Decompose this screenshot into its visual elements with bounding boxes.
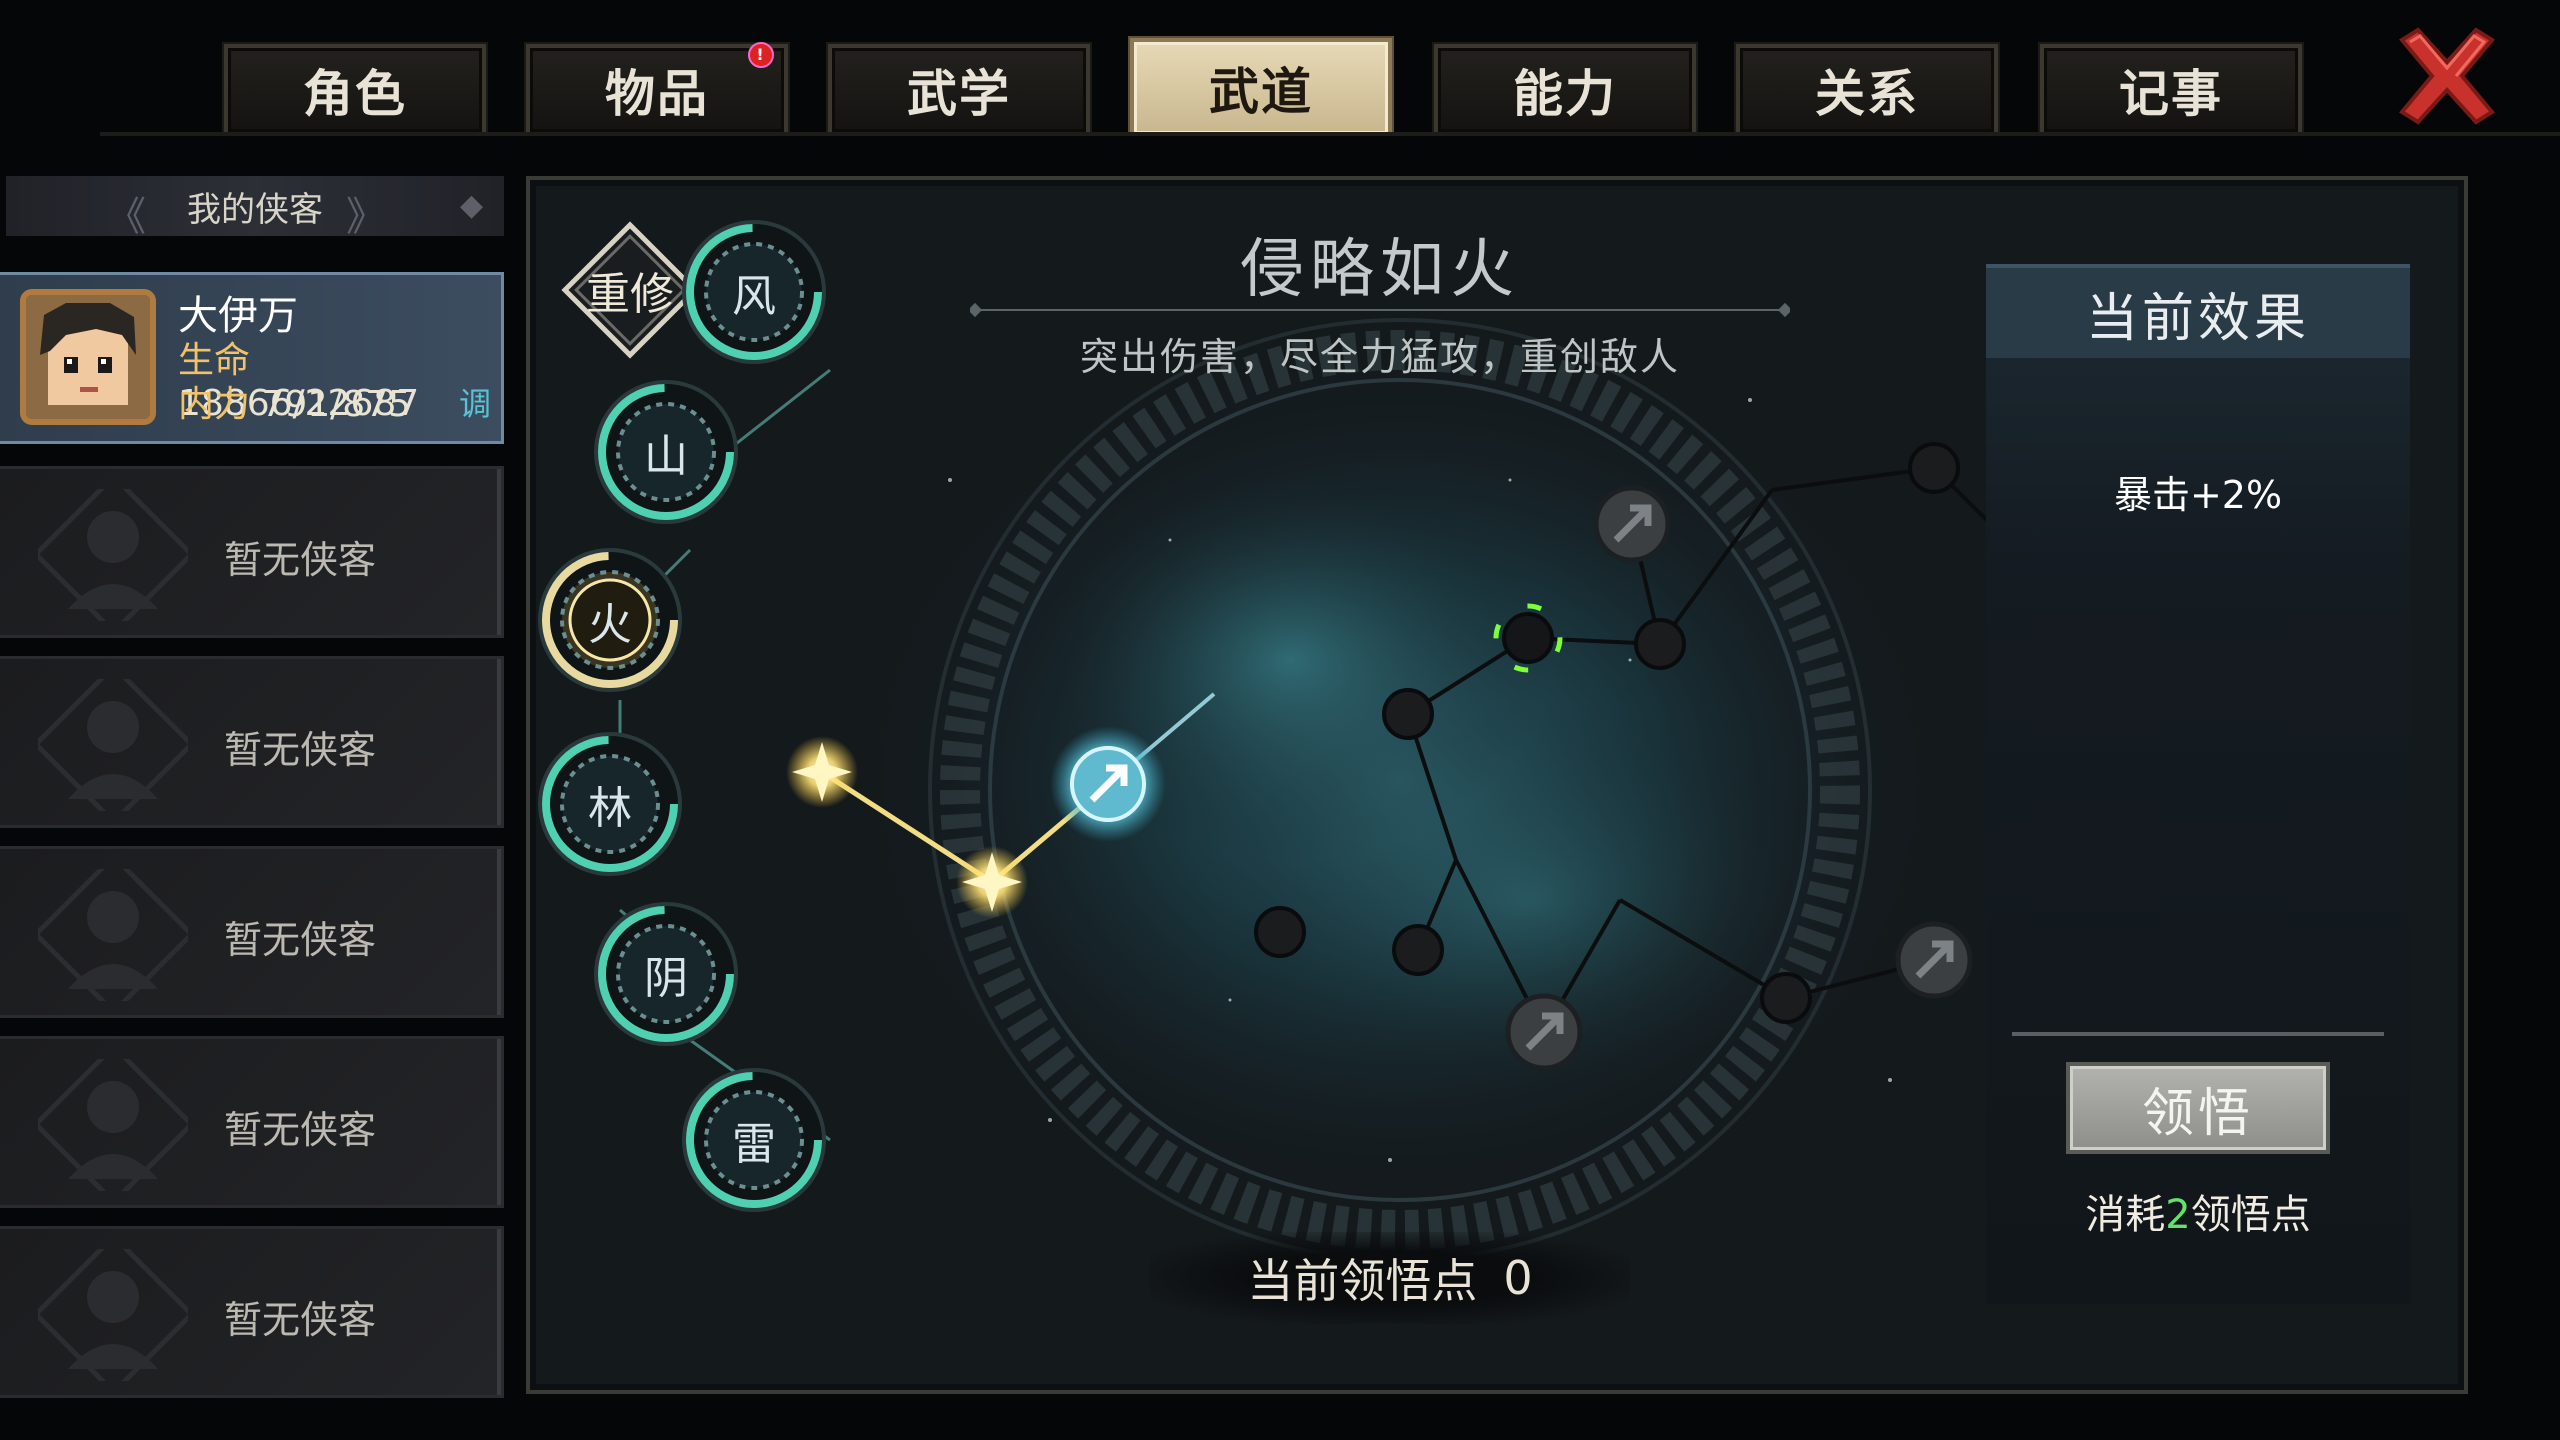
branch-ring-icon — [682, 1068, 826, 1212]
branch-forest[interactable]: 林 — [535, 729, 685, 879]
branch-thunder[interactable]: 雷 — [679, 1065, 829, 1215]
tab-label: 武道 — [1209, 63, 1313, 121]
path-description: 突出伤害，尽全力猛攻，重创敌人 — [1079, 335, 1680, 379]
tab-label: 角色 — [303, 65, 407, 123]
branch-wind[interactable]: 风 — [679, 217, 829, 367]
cost-suffix: 领悟点 — [2190, 1192, 2311, 1238]
empty-slot-label: 暂无侠客 — [224, 918, 377, 962]
points-label: 当前领悟点 — [1247, 1254, 1478, 1308]
empty-avatar-icon — [38, 1249, 188, 1381]
effect-divider — [2012, 1032, 2384, 1036]
empty-slot-label: 暂无侠客 — [224, 1108, 377, 1152]
roster-slot-empty[interactable]: 暂无侠客 — [0, 656, 504, 828]
hero-mp: 内力 791/875 — [178, 375, 411, 427]
tab-character[interactable]: 角色 — [224, 44, 486, 132]
effect-item: 暴击+2% — [2113, 473, 2283, 517]
roster-slot-empty[interactable]: 暂无侠客 — [0, 846, 504, 1018]
tab-martial-way[interactable]: 武道 — [1130, 38, 1392, 134]
tab-divider — [100, 132, 2560, 136]
comprehend-button[interactable]: 领悟 — [2066, 1062, 2330, 1154]
roster-header: 《 我的侠客 》 ◆ — [6, 176, 504, 240]
branch-ring-icon — [538, 732, 682, 876]
branch-ring-icon — [538, 548, 682, 692]
avatar — [20, 289, 156, 425]
tab-bar: 角色 物品! 武学 武道 能力 关系 记事 — [0, 0, 2560, 140]
roster-slot-empty[interactable]: 暂无侠客 — [0, 1036, 504, 1208]
next-arrow-icon[interactable]: 》 — [346, 184, 386, 242]
empty-avatar-icon — [38, 679, 188, 811]
path-title: 侵略如火 — [1240, 233, 1520, 307]
tab-martial-arts[interactable]: 武学 — [828, 44, 1090, 132]
branch-shadow[interactable]: 阴 — [591, 899, 741, 1049]
empty-avatar-icon — [38, 869, 188, 1001]
comprehend-label: 领悟 — [2141, 1083, 2254, 1144]
cost-line: 消耗2领悟点 — [1986, 1182, 2410, 1240]
tab-label: 物品 — [605, 65, 709, 123]
close-button[interactable] — [2392, 24, 2502, 128]
branch-ring-icon — [682, 220, 826, 364]
martial-way-panel: 侵略如火 突出伤害，尽全力猛攻，重创敌人 重修 风山火林阴雷 当前领悟点 0 当… — [526, 176, 2468, 1394]
hero-portrait-icon — [26, 295, 150, 419]
branch-mountain[interactable]: 山 — [591, 377, 741, 527]
branch-fire[interactable]: 火 — [535, 545, 685, 695]
tab-label: 关系 — [1815, 65, 1919, 123]
tab-items[interactable]: 物品! — [526, 42, 788, 132]
branch-ring-icon — [594, 902, 738, 1046]
comprehension-points: 当前领悟点 0 — [1150, 1232, 1630, 1324]
empty-slot-label: 暂无侠客 — [224, 1298, 377, 1342]
adjust-button[interactable]: 调 — [459, 379, 491, 425]
tab-label: 能力 — [1513, 65, 1617, 123]
points-value: 0 — [1503, 1251, 1533, 1305]
mp-value: 791/875 — [261, 384, 412, 425]
cost-prefix: 消耗 — [2085, 1192, 2166, 1238]
empty-avatar-icon — [38, 1059, 188, 1191]
roster-slot-empty[interactable]: 暂无侠客 — [0, 1226, 504, 1398]
effect-header: 当前效果 — [1986, 264, 2410, 358]
cost-value: 2 — [2165, 1192, 2191, 1238]
effect-panel: 当前效果 暴击+2% 领悟 消耗2领悟点 — [1986, 264, 2410, 1304]
close-icon — [2398, 27, 2496, 125]
tab-abilities[interactable]: 能力 — [1434, 44, 1696, 132]
prev-arrow-icon[interactable]: 《 — [106, 184, 146, 242]
branch-ring-icon — [594, 380, 738, 524]
tab-label: 武学 — [907, 65, 1011, 123]
tab-relations[interactable]: 关系 — [1736, 44, 1998, 132]
roster-title: 我的侠客 — [187, 189, 323, 230]
empty-avatar-icon — [38, 489, 188, 621]
title-divider — [970, 302, 1790, 318]
tab-label: 记事 — [2119, 65, 2223, 123]
roster-slot-empty[interactable]: 暂无侠客 — [0, 466, 504, 638]
empty-slot-label: 暂无侠客 — [224, 538, 377, 582]
roster-slot-hero[interactable]: 大伊万 生命 18866/22687 内力 791/875 调 — [0, 272, 504, 444]
collapse-arrow-icon[interactable]: ◆ — [460, 188, 483, 223]
tab-journal[interactable]: 记事 — [2040, 44, 2302, 132]
empty-slot-label: 暂无侠客 — [224, 728, 377, 772]
mp-label: 内力 — [178, 384, 251, 425]
notification-badge-icon: ! — [748, 42, 774, 68]
